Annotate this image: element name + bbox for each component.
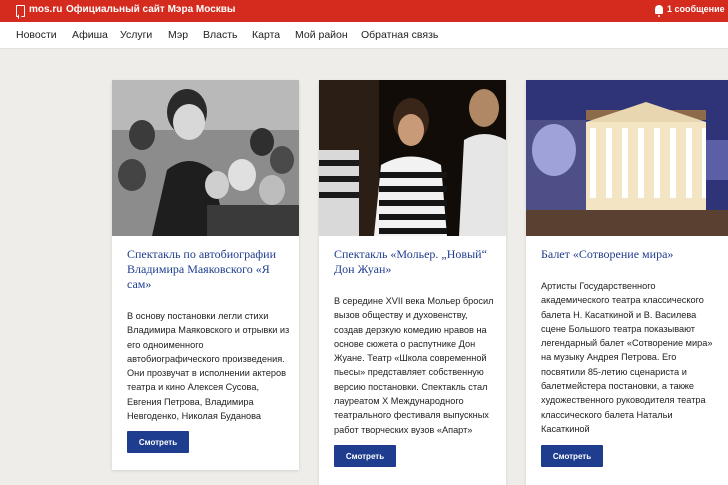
watch-button[interactable]: Смотреть xyxy=(541,445,603,467)
nav-item-my-district[interactable]: Мой район xyxy=(295,29,348,41)
event-photo[interactable] xyxy=(112,80,299,236)
photo-illustration xyxy=(526,80,728,236)
bell-icon[interactable] xyxy=(655,5,663,17)
photo-illustration xyxy=(112,80,299,236)
nav-item-government[interactable]: Власть xyxy=(203,29,238,41)
nav-item-afisha[interactable]: Афиша xyxy=(72,29,108,41)
event-photo[interactable] xyxy=(319,80,506,236)
watch-button[interactable]: Смотреть xyxy=(127,431,189,453)
nav-item-feedback[interactable]: Обратная связь xyxy=(361,29,438,41)
mos-logo-icon[interactable] xyxy=(16,5,25,17)
event-card-moliere[interactable]: Спектакль «Мольер. „Новый“ Дон Жуан» В с… xyxy=(319,80,506,485)
event-description: В основу постановки легли стихи Владимир… xyxy=(127,311,290,422)
event-card-ballet[interactable]: Балет «Сотворение мира» Артисты Государс… xyxy=(526,80,728,485)
site-name[interactable]: mos.ru xyxy=(29,4,62,15)
event-card-mayakovsky[interactable]: Спектакль по автобиографии Владимира Мая… xyxy=(112,80,299,470)
photo-illustration xyxy=(319,80,506,236)
nav-item-news[interactable]: Новости xyxy=(16,29,57,41)
event-photo[interactable] xyxy=(526,80,728,236)
event-title[interactable]: Спектакль «Мольер. „Новый“ Дон Жуан» xyxy=(334,247,499,277)
event-description: Артисты Государственного академического … xyxy=(541,281,713,434)
main-nav: Новости Афиша Услуги Мэр Власть Карта Мо… xyxy=(0,22,728,49)
top-bar: mos.ru Официальный сайт Мэра Москвы 1 со… xyxy=(0,0,728,22)
event-title[interactable]: Спектакль по автобиографии Владимира Мая… xyxy=(127,247,292,292)
nav-item-map[interactable]: Карта xyxy=(252,29,280,41)
watch-button[interactable]: Смотреть xyxy=(334,445,396,467)
event-description: В середине XVII века Мольер бросил вызов… xyxy=(334,296,494,435)
event-title[interactable]: Балет «Сотворение мира» xyxy=(541,247,706,262)
nav-item-services[interactable]: Услуги xyxy=(120,29,152,41)
messages-link[interactable]: 1 сообщение xyxy=(667,4,725,14)
site-title[interactable]: Официальный сайт Мэра Москвы xyxy=(66,4,235,15)
nav-item-mayor[interactable]: Мэр xyxy=(168,29,188,41)
